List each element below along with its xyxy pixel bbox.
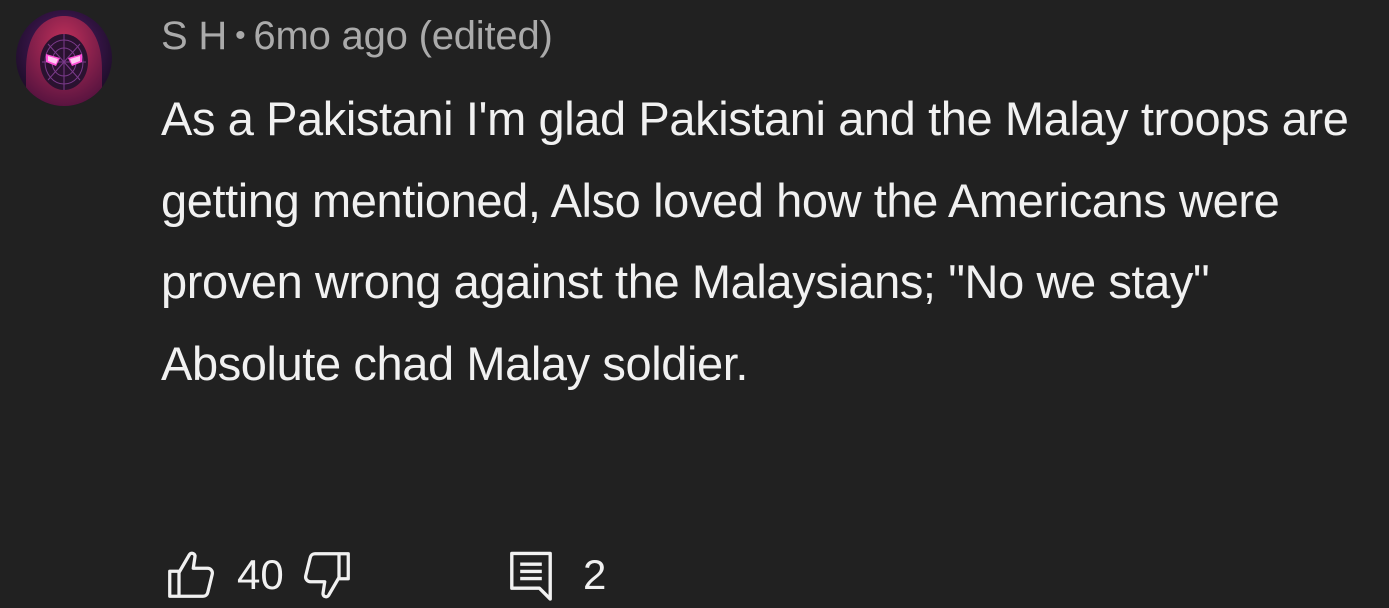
comment-meta: S H • 6mo ago (edited) [161, 14, 553, 59]
comment-thread: S H • 6mo ago (edited) As a Pakistani I'm … [0, 0, 1389, 608]
reply-button[interactable]: 2 [507, 548, 606, 602]
spider-man-avatar-icon [16, 10, 112, 106]
dislike-button[interactable] [297, 545, 507, 605]
reply-icon [510, 551, 552, 601]
reply-count: 2 [583, 551, 607, 598]
comment-time[interactable]: 6mo ago (edited) [253, 14, 552, 58]
comment-text: As a Pakistani I'm glad Pakistani and th… [161, 92, 1349, 390]
like-count: 40 [237, 551, 284, 598]
comment-actions: 40 2 [161, 540, 606, 608]
avatar[interactable] [16, 10, 112, 106]
author-name[interactable]: S H [161, 14, 227, 58]
like-button[interactable]: 40 [161, 545, 297, 605]
thumbs-down-icon [303, 552, 350, 599]
thumbs-up-icon [168, 551, 215, 598]
separator-dot: • [235, 19, 246, 52]
